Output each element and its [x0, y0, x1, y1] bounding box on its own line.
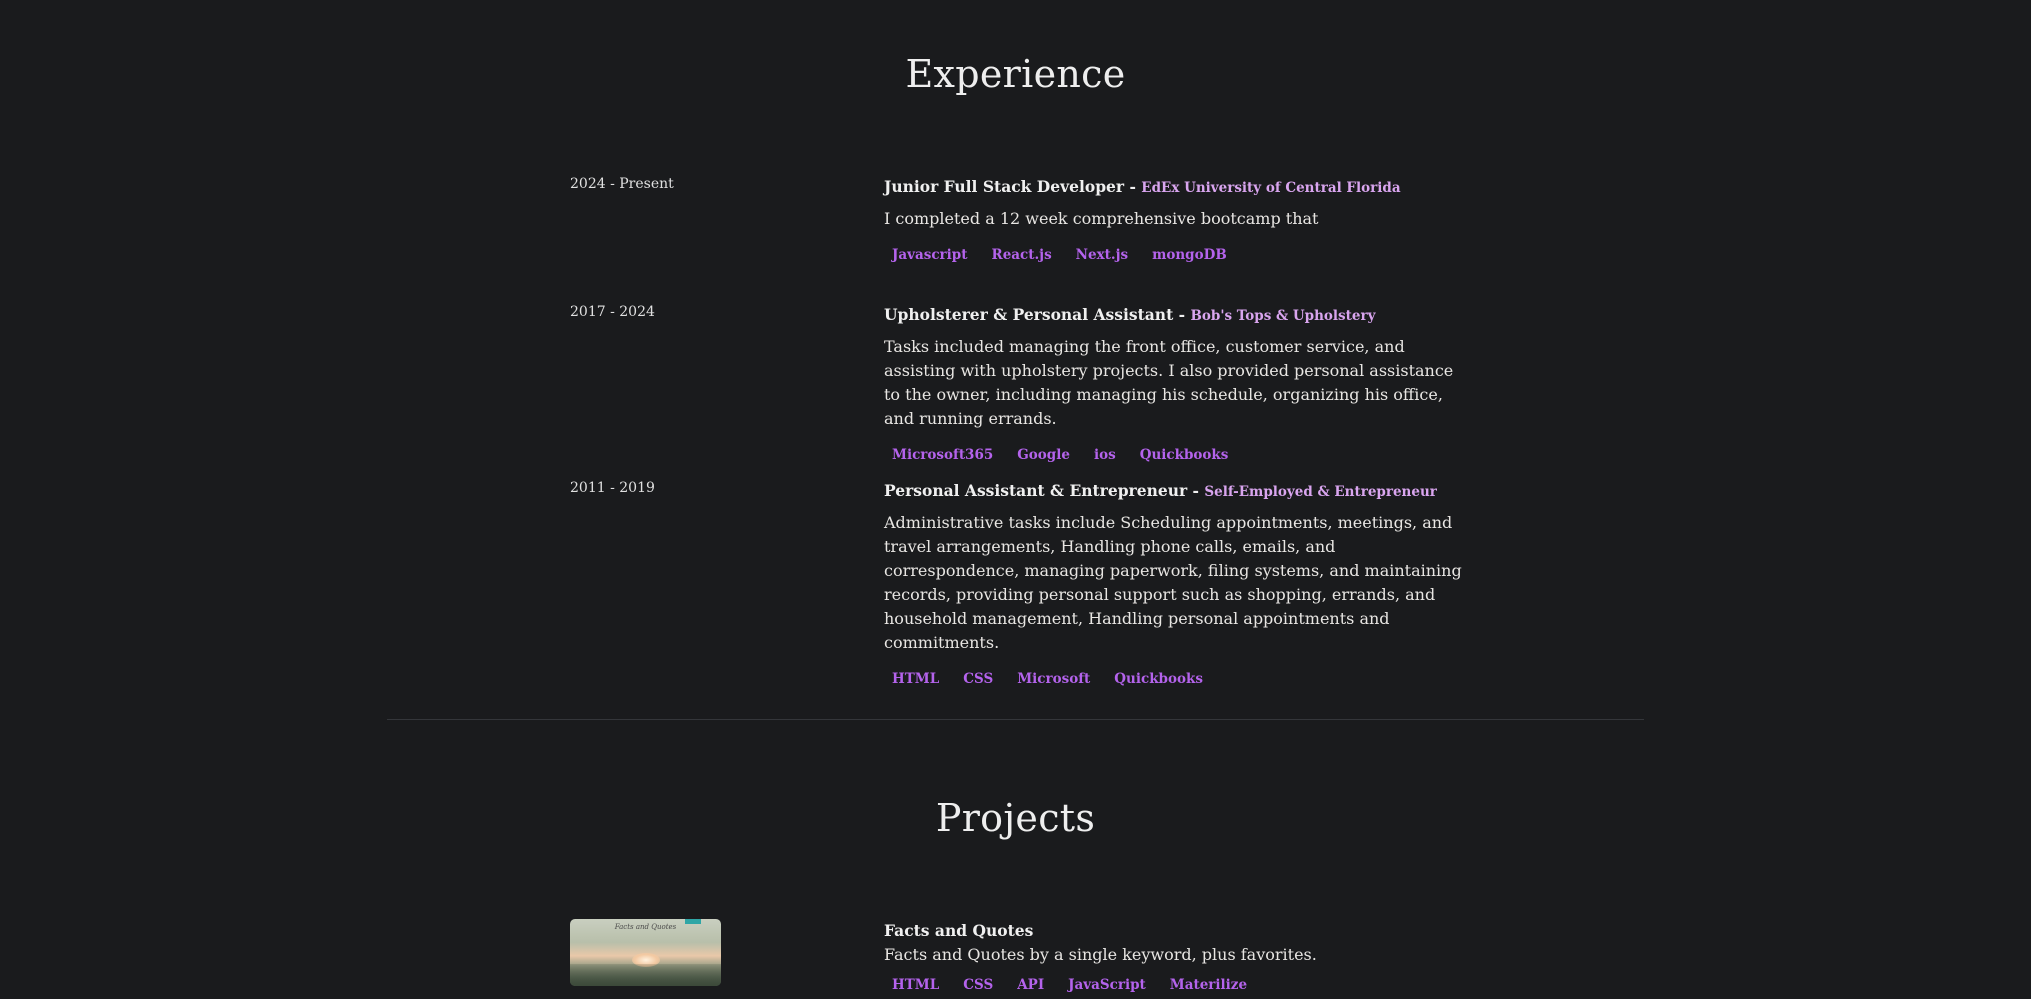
- skill-tag[interactable]: HTML: [884, 975, 947, 995]
- experience-role: Personal Assistant & Entrepreneur -: [884, 481, 1205, 500]
- experience-company: EdEx University of Central Florida: [1141, 180, 1401, 196]
- experience-company: Self-Employed & Entrepreneur: [1204, 484, 1437, 500]
- skill-tag[interactable]: Quickbooks: [1132, 445, 1237, 465]
- project-thumbnail[interactable]: Facts and Quotes: [570, 919, 721, 986]
- project-content: Facts and Quotes Facts and Quotes by a s…: [884, 919, 1470, 995]
- experience-role: Junior Full Stack Developer -: [884, 177, 1142, 196]
- projects-heading: Projects: [935, 796, 1096, 840]
- experience-content: Personal Assistant & Entrepreneur - Self…: [884, 480, 1470, 689]
- experience-description: Administrative tasks include Scheduling …: [884, 513, 1462, 652]
- page: Experience 2024 - Present Junior Full St…: [0, 0, 2031, 999]
- landscape-graphic: [570, 964, 721, 986]
- project-thumbnail-caption: Facts and Quotes: [614, 923, 677, 931]
- skill-tag[interactable]: Quickbooks: [1106, 669, 1211, 689]
- skill-tag[interactable]: CSS: [955, 669, 1001, 689]
- experience-date: 2024 - Present: [570, 176, 674, 192]
- skill-tag[interactable]: mongoDB: [1144, 245, 1235, 265]
- experience-date: 2017 - 2024: [570, 304, 655, 320]
- skill-tag[interactable]: Microsoft: [1009, 669, 1098, 689]
- skill-tag[interactable]: JavaScript: [1060, 975, 1154, 995]
- skill-tag[interactable]: ios: [1086, 445, 1124, 465]
- skill-tag[interactable]: React.js: [983, 245, 1059, 265]
- skill-tag[interactable]: API: [1009, 975, 1052, 995]
- experience-role-line: Personal Assistant & Entrepreneur - Self…: [884, 480, 1470, 503]
- experience-role-line: Upholsterer & Personal Assistant - Bob's…: [884, 304, 1470, 327]
- experience-content: Junior Full Stack Developer - EdEx Unive…: [884, 176, 1470, 265]
- project-name[interactable]: Facts and Quotes: [884, 919, 1470, 943]
- project-description: Facts and Quotes by a single keyword, pl…: [884, 945, 1317, 964]
- experience-tags: Javascript React.js Next.js mongoDB: [884, 245, 1470, 265]
- skill-tag[interactable]: Microsoft365: [884, 445, 1001, 465]
- experience-role-line: Junior Full Stack Developer - EdEx Unive…: [884, 176, 1470, 199]
- project-tags: HTML CSS API JavaScript Materilize: [884, 975, 1470, 995]
- experience-content: Upholsterer & Personal Assistant - Bob's…: [884, 304, 1470, 465]
- experience-company: Bob's Tops & Upholstery: [1190, 308, 1376, 324]
- experience-role: Upholsterer & Personal Assistant -: [884, 305, 1191, 324]
- experience-tags: Microsoft365 Google ios Quickbooks: [884, 445, 1470, 465]
- experience-date: 2011 - 2019: [570, 480, 655, 496]
- skill-tag[interactable]: HTML: [884, 669, 947, 689]
- skill-tag[interactable]: Next.js: [1068, 245, 1136, 265]
- section-divider: [387, 719, 1644, 720]
- thumbnail-badge: [685, 919, 701, 924]
- experience-description: I completed a 12 week comprehensive boot…: [884, 209, 1319, 228]
- skill-tag[interactable]: Materilize: [1162, 975, 1255, 995]
- skill-tag[interactable]: CSS: [955, 975, 1001, 995]
- skill-tag[interactable]: Javascript: [884, 245, 975, 265]
- experience-description: Tasks included managing the front office…: [884, 337, 1454, 428]
- experience-tags: HTML CSS Microsoft Quickbooks: [884, 669, 1470, 689]
- experience-heading: Experience: [905, 52, 1126, 96]
- skill-tag[interactable]: Google: [1009, 445, 1078, 465]
